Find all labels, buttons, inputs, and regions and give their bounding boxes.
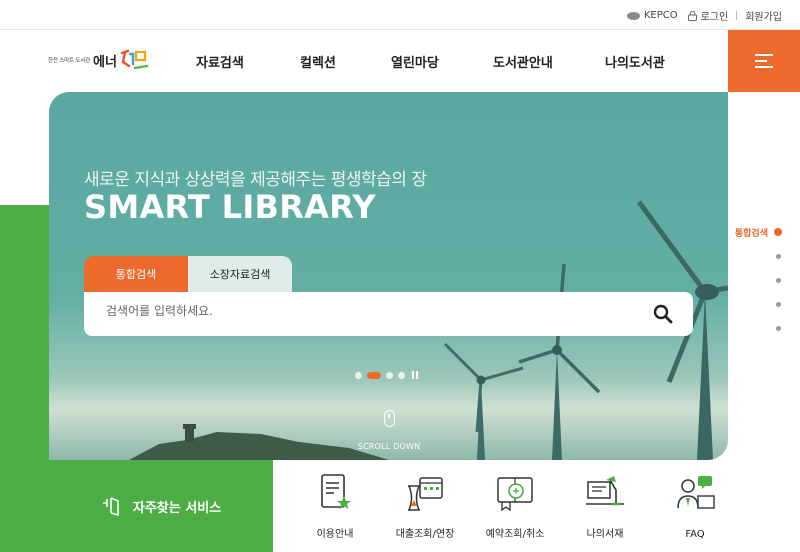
reservation-book-icon [497,477,533,512]
search-box [84,292,693,336]
section-nav-item[interactable] [735,292,782,316]
hamburger-icon [755,50,773,72]
quick-services: 이용안내 대출조회/연장 예약조회/취소 나의서재 FAQ [290,470,740,541]
divider [736,11,738,20]
section-nav-item[interactable] [735,268,782,292]
section-dot [776,253,781,259]
hourglass-calendar-icon [408,477,443,511]
scroll-down-label: SCROLL DOWN [357,442,421,451]
service-label: 나의서재 [586,529,624,540]
main-nav: 자료검색 컬렉션 열린마당 도서관안내 나의도서관 [196,52,665,71]
desk-lamp-icon [586,476,624,506]
service-label: 이용안내 [316,529,354,540]
nav-item-search[interactable]: 자료검색 [196,52,300,71]
section-dot [774,228,782,236]
slide-dot[interactable] [355,371,362,379]
site-logo[interactable]: 한전 스마트 도서관 에너 [48,48,149,72]
tab-holdings-search[interactable]: 소장자료검색 [188,256,292,292]
service-faq[interactable]: FAQ [650,470,740,541]
section-nav: 통합검색 [735,220,782,340]
hero-banner: 새로운 지식과 상상력을 제공해주는 평생학습의 장 SMART LIBRARY… [49,92,728,460]
quick-services-label: 자주찾는 서비스 [132,500,222,516]
logo-mark-icon [120,49,149,70]
mouse-icon [383,410,395,427]
service-label: 예약조회/취소 [485,529,545,540]
section-nav-label: 통합검색 [734,228,768,239]
section-nav-item-active[interactable]: 통합검색 [735,220,782,244]
scroll-down[interactable]: SCROLL DOWN [354,410,424,453]
nav-item-my-library[interactable]: 나의도서관 [605,52,665,71]
menu-button[interactable] [728,30,800,92]
search-icon[interactable] [653,304,673,324]
search-input[interactable] [106,304,606,318]
slide-dot[interactable] [398,371,405,379]
slide-dot-active[interactable] [367,371,381,379]
login-link[interactable]: 로그인 [701,8,729,23]
service-label: FAQ [685,529,705,540]
kepco-logo-icon [626,11,640,20]
nav-item-collection[interactable]: 컬렉션 [300,52,391,71]
service-my-library[interactable]: 나의서재 [560,470,650,541]
quick-services-heading: 자주찾는 서비스 [49,460,273,552]
logo-text: 에너 [92,54,117,70]
service-label: 대출조회/연장 [395,529,455,540]
utility-bar: KEPCO 로그인 회원가입 [0,0,800,30]
pause-icon[interactable] [412,371,420,379]
slide-dot[interactable] [386,371,393,379]
utility-links: KEPCO 로그인 회원가입 [626,8,782,23]
lock-icon [687,10,697,21]
section-dot [776,277,781,283]
logo-subtext: 한전 스마트 도서관 [48,58,90,64]
tab-integrated-search[interactable]: 통합검색 [84,256,188,292]
service-guide[interactable]: 이용안내 [290,470,380,541]
hero-subtitle: 새로운 지식과 상상력을 제공해주는 평생학습의 장 [84,170,427,190]
search-tabs: 통합검색 소장자료검색 [84,256,292,292]
document-icon [321,474,351,509]
hero-title: SMART LIBRARY [84,188,376,226]
section-nav-item[interactable] [735,244,782,268]
kepco-label: KEPCO [643,10,678,21]
service-loan-renewal[interactable]: 대출조회/연장 [380,470,470,541]
signup-link[interactable]: 회원가입 [745,8,782,23]
header: 한전 스마트 도서관 에너 자료검색 컬렉션 열린마당 도서관안내 나의도서관 [0,30,800,92]
faq-person-icon [677,476,715,509]
slide-indicator [355,371,420,379]
pointer-icon [102,497,119,516]
section-dot [776,325,781,331]
service-reservation[interactable]: 예약조회/취소 [470,470,560,541]
nav-item-open-forum[interactable]: 열린마당 [391,52,493,71]
section-dot [776,301,781,307]
kepco-link[interactable]: KEPCO [626,10,678,21]
nav-item-library-info[interactable]: 도서관안내 [493,52,605,71]
section-nav-item[interactable] [735,316,782,340]
